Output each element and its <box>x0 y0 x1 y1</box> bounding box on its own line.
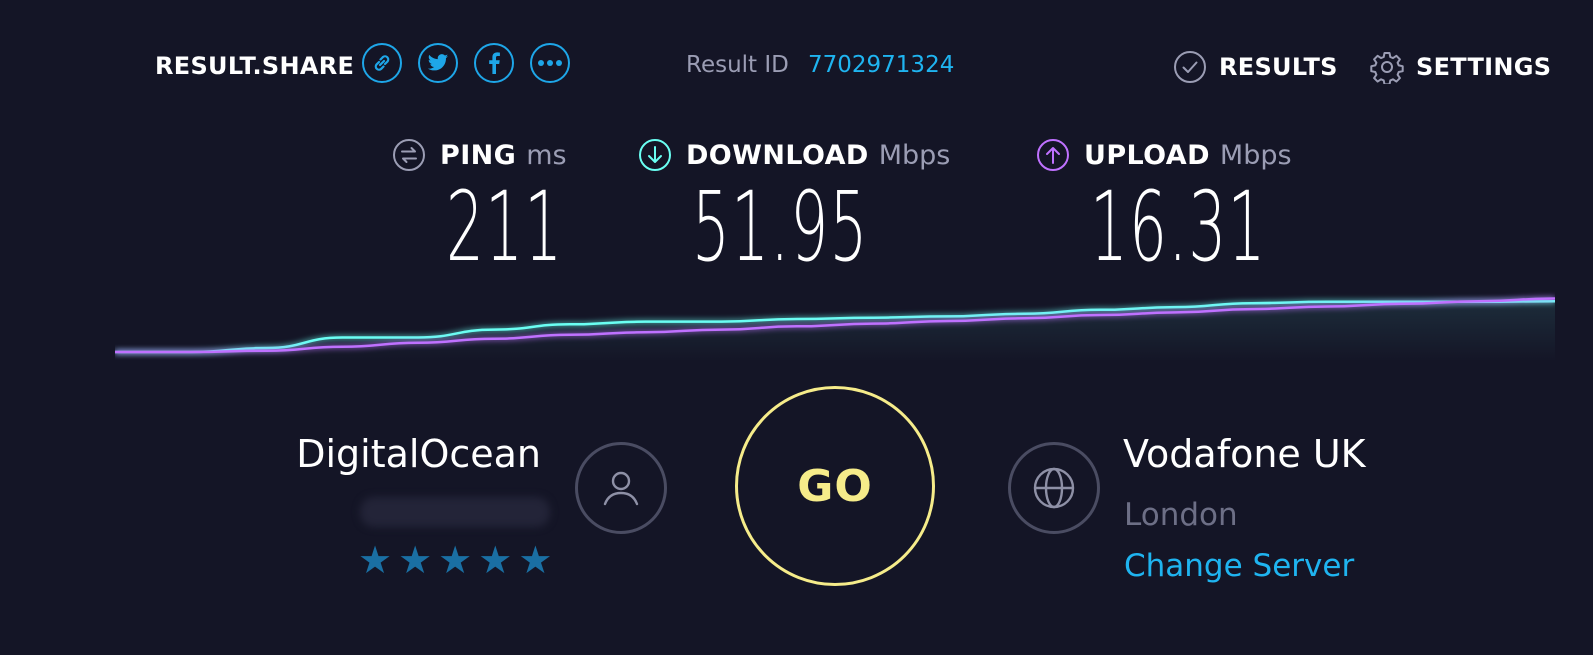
isp-ip-redacted <box>360 497 550 527</box>
more-icon <box>538 60 562 66</box>
server-city: London <box>1124 497 1238 533</box>
server-name: Vodafone UK <box>1123 432 1366 476</box>
change-server-link[interactable]: Change Server <box>1124 548 1354 584</box>
rating-star-icon[interactable]: ★ <box>438 540 472 580</box>
results-button[interactable]: RESULTS <box>1173 50 1338 84</box>
user-icon <box>603 471 639 506</box>
result-id-label: Result ID <box>686 52 789 78</box>
share-twitter-button[interactable] <box>418 43 458 83</box>
results-label: RESULTS <box>1219 53 1338 81</box>
provider-avatar[interactable] <box>575 442 667 534</box>
upload-label: UPLOAD <box>1084 139 1210 171</box>
download-value: 51.95 <box>692 171 869 283</box>
check-circle-icon <box>1174 51 1206 83</box>
ping-icon <box>393 139 425 171</box>
download-label: DOWNLOAD <box>686 139 869 171</box>
upload-value: 16.31 <box>1090 171 1267 283</box>
settings-label: SETTINGS <box>1416 53 1552 81</box>
isp-rating[interactable]: ★ ★ ★ ★ ★ <box>358 540 552 580</box>
server-globe[interactable] <box>1008 442 1100 534</box>
rating-star-icon[interactable]: ★ <box>398 540 432 580</box>
go-button[interactable]: GO <box>735 386 935 586</box>
share-facebook-button[interactable] <box>474 43 514 83</box>
ping-value: 211 <box>446 171 564 283</box>
facebook-icon <box>489 52 500 74</box>
ping-unit: ms <box>526 139 567 171</box>
share-link-button[interactable] <box>362 43 402 83</box>
rating-star-icon[interactable]: ★ <box>518 540 552 580</box>
upload-icon <box>1037 139 1069 171</box>
rating-star-icon[interactable]: ★ <box>478 540 512 580</box>
download-graph-area <box>115 301 1555 362</box>
result-share-label: RESULT.SHARE <box>155 52 355 80</box>
download-header: DOWNLOAD Mbps <box>638 138 950 172</box>
link-icon <box>374 55 390 71</box>
isp-name: DigitalOcean <box>296 432 541 476</box>
settings-button[interactable]: SETTINGS <box>1370 50 1551 84</box>
download-unit: Mbps <box>878 139 951 171</box>
share-more-button[interactable] <box>530 43 570 83</box>
speed-graph <box>115 297 1555 362</box>
download-icon <box>639 139 671 171</box>
ping-label: PING <box>440 139 517 171</box>
gear-icon <box>1370 52 1404 84</box>
result-id-value[interactable]: 7702971324 <box>808 52 954 78</box>
upload-header: UPLOAD Mbps <box>1036 138 1292 172</box>
ping-header: PING ms <box>392 138 567 172</box>
rating-star-icon[interactable]: ★ <box>358 540 392 580</box>
globe-icon <box>1033 467 1075 509</box>
upload-unit: Mbps <box>1219 139 1292 171</box>
twitter-icon <box>427 54 449 71</box>
